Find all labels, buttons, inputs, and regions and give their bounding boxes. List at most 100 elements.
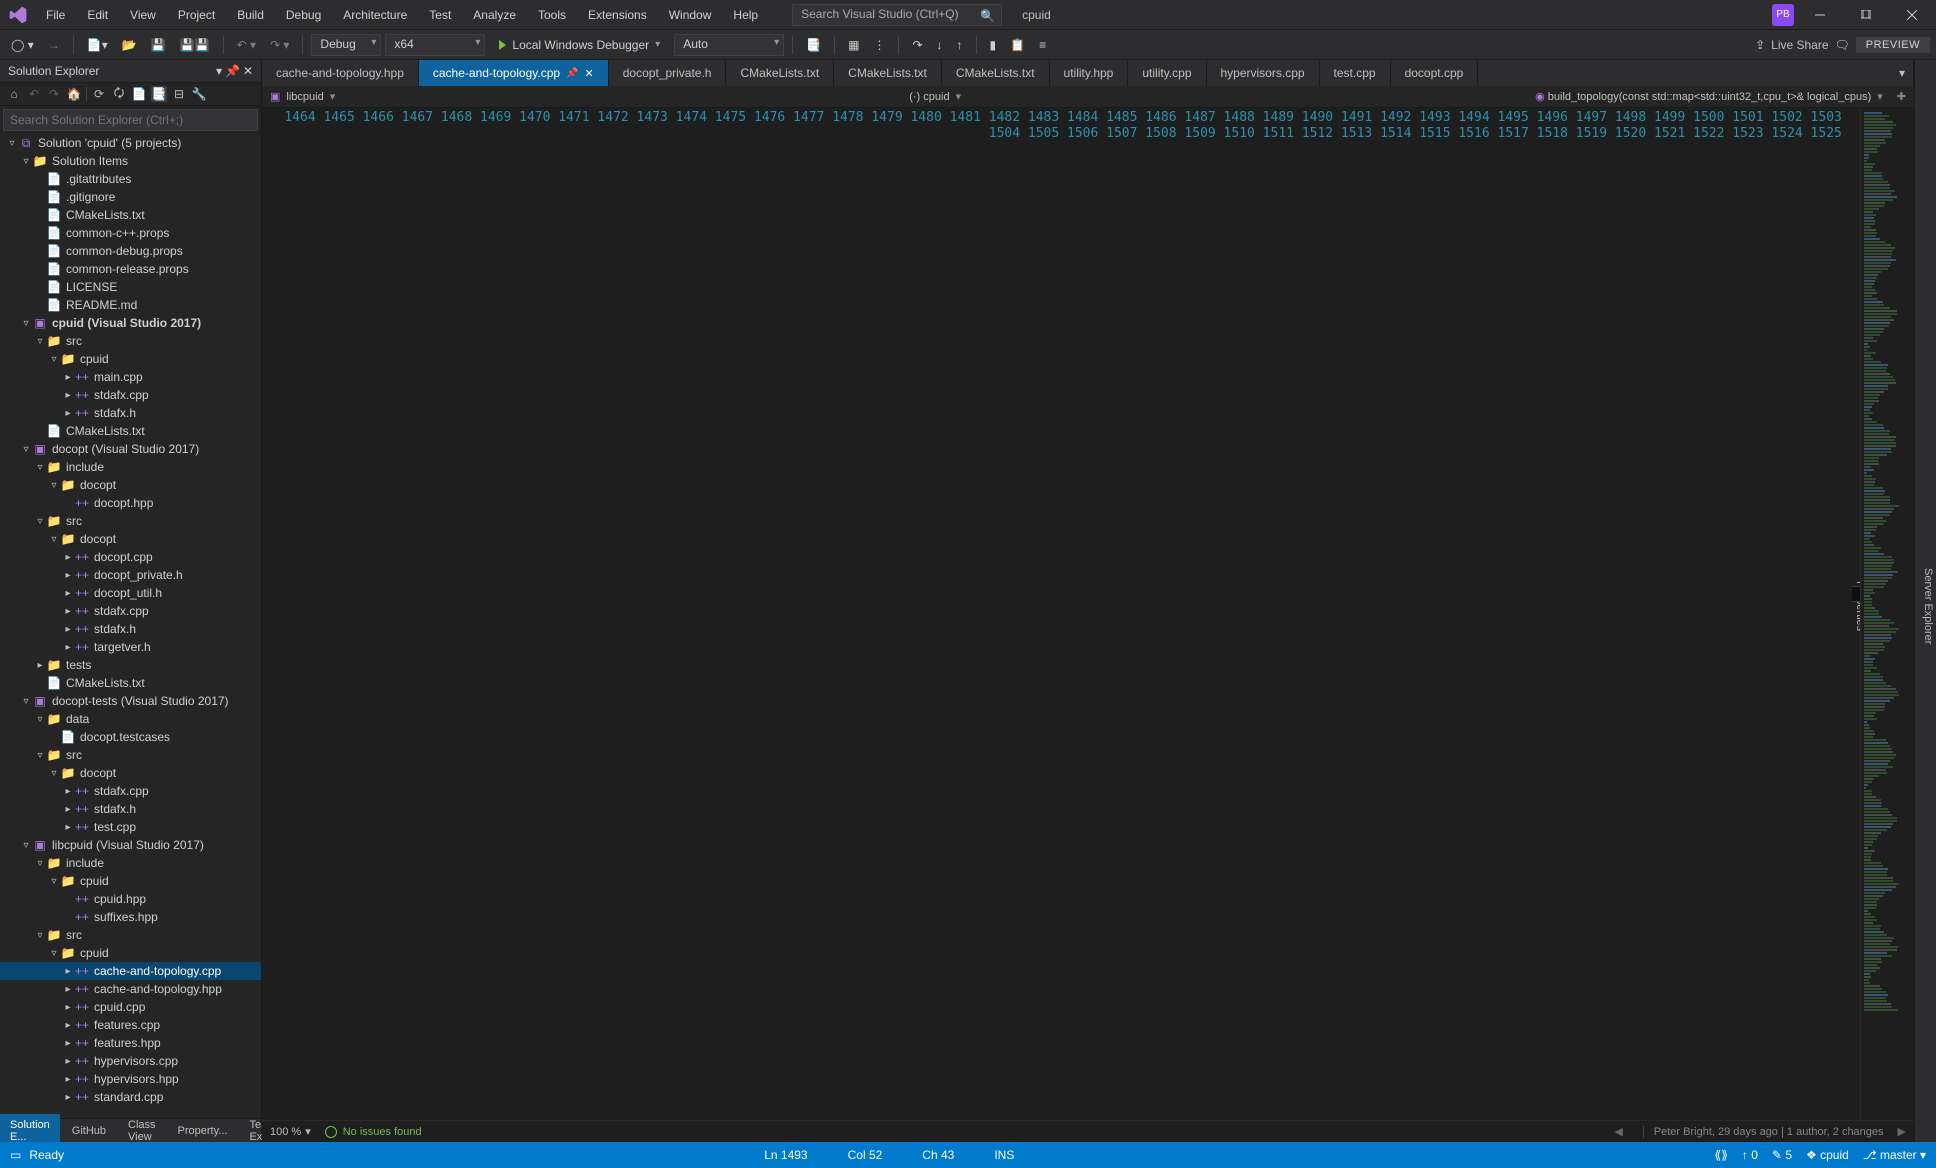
se-filter-icon[interactable]: 📄 — [131, 86, 147, 102]
editor-tab[interactable]: utility.cpp — [1128, 60, 1206, 86]
tree-node[interactable]: ▸++stdafx.h — [0, 800, 261, 818]
expand-arrow-icon[interactable]: ▿ — [48, 768, 60, 779]
expand-arrow-icon[interactable]: ▿ — [20, 156, 32, 167]
tree-node[interactable]: ▿📁cpuid — [0, 350, 261, 368]
menu-debug[interactable]: Debug — [276, 4, 331, 26]
code-editor[interactable]: 1464 1465 1466 1467 1468 1469 1470 1471 … — [262, 108, 1914, 1120]
tab-overflow-button[interactable]: ▾ — [1891, 60, 1914, 86]
new-project-button[interactable]: 📄▾ — [82, 35, 113, 55]
tree-node[interactable]: 📄CMakeLists.txt — [0, 674, 261, 692]
menu-test[interactable]: Test — [419, 4, 461, 26]
blame-nav-next[interactable]: ▶ — [1898, 1125, 1906, 1138]
expand-arrow-icon[interactable]: ▸ — [34, 660, 46, 671]
tree-node[interactable]: ▸++stdafx.cpp — [0, 782, 261, 800]
tree-node[interactable]: 📄.gitattributes — [0, 170, 261, 188]
split-editor-icon[interactable]: ✚ — [1897, 90, 1906, 103]
minimap[interactable] — [1860, 108, 1914, 1120]
auto-combo[interactable]: Auto — [674, 34, 784, 56]
expand-arrow-icon[interactable]: ▸ — [62, 984, 74, 995]
tb-icon-1[interactable]: 📑 — [801, 35, 826, 55]
expand-arrow-icon[interactable]: ▿ — [34, 930, 46, 941]
global-search[interactable]: Search Visual Studio (Ctrl+Q) 🔍 — [792, 4, 1002, 26]
expand-arrow-icon[interactable]: ▸ — [62, 822, 74, 833]
menu-build[interactable]: Build — [227, 4, 274, 26]
expand-arrow-icon[interactable]: ▿ — [34, 516, 46, 527]
menu-project[interactable]: Project — [168, 4, 225, 26]
tree-node[interactable]: ▸++stdafx.h — [0, 620, 261, 638]
tree-node[interactable]: ▿📁docopt — [0, 476, 261, 494]
expand-arrow-icon[interactable]: ▿ — [48, 948, 60, 959]
solution-tree[interactable]: ▿⧉Solution 'cpuid' (5 projects)▿📁Solutio… — [0, 134, 261, 1118]
minimize-button[interactable] — [1800, 1, 1840, 29]
nav-back-button[interactable]: ◯ ▾ — [6, 35, 39, 55]
close-button[interactable] — [1892, 1, 1932, 29]
pin-icon[interactable]: 📌 — [566, 68, 578, 79]
se-showall-icon[interactable]: 📑 — [151, 86, 167, 102]
step-out-icon[interactable]: ↑ — [952, 35, 968, 55]
se-fwd-icon[interactable]: ↷ — [46, 86, 62, 102]
tb-icon-8[interactable]: 📋 — [1005, 35, 1030, 55]
tree-node[interactable]: ▸++main.cpp — [0, 368, 261, 386]
editor-tab[interactable]: test.cpp — [1320, 60, 1391, 86]
expand-arrow-icon[interactable]: ▸ — [62, 372, 74, 383]
editor-tab[interactable]: cache-and-topology.hpp — [262, 60, 419, 86]
tree-node[interactable]: ▿📁cpuid — [0, 944, 261, 962]
expand-arrow-icon[interactable]: ▸ — [62, 1074, 74, 1085]
expand-arrow-icon[interactable]: ▿ — [48, 480, 60, 491]
editor-tab[interactable]: CMakeLists.txt — [942, 60, 1050, 86]
issues-indicator[interactable]: No issues found — [325, 1126, 422, 1138]
branch-name[interactable]: ⎇ master ▾ — [1863, 1148, 1926, 1162]
expand-arrow-icon[interactable]: ▿ — [48, 876, 60, 887]
tree-node[interactable]: ▿📁docopt — [0, 764, 261, 782]
expand-arrow-icon[interactable]: ▸ — [62, 966, 74, 977]
tree-node[interactable]: ▸++docopt_util.h — [0, 584, 261, 602]
tree-node[interactable]: ▿📁cpuid — [0, 872, 261, 890]
editor-tab[interactable]: CMakeLists.txt — [726, 60, 834, 86]
se-collapse-icon[interactable]: ⊟ — [171, 86, 187, 102]
sidebar-tab[interactable]: GitHub — [62, 1120, 116, 1142]
tree-node[interactable]: ▿📁src — [0, 926, 261, 944]
save-button[interactable]: 💾 — [146, 35, 171, 55]
editor-tab[interactable]: utility.hpp — [1050, 60, 1129, 86]
expand-arrow-icon[interactable]: ▿ — [20, 696, 32, 707]
panel-close-icon[interactable]: ✕ — [243, 64, 253, 78]
tree-node[interactable]: ▿📁include — [0, 458, 261, 476]
tree-node[interactable]: ▸++stdafx.cpp — [0, 602, 261, 620]
expand-arrow-icon[interactable]: ▸ — [62, 1002, 74, 1013]
push-down[interactable]: ✎ 5 — [1772, 1148, 1792, 1162]
tree-node[interactable]: 📄README.md — [0, 296, 261, 314]
maximize-button[interactable] — [1846, 1, 1886, 29]
se-refresh-icon[interactable]: 🗘 — [111, 86, 127, 102]
nav-fwd-button[interactable]: → — [43, 35, 65, 55]
tree-node[interactable]: 📄.gitignore — [0, 188, 261, 206]
editor-tab[interactable]: cache-and-topology.cpp📌✕ — [419, 60, 609, 86]
rail-tab[interactable]: Server Explorer — [1920, 562, 1936, 650]
tb-icon-9[interactable]: ≡ — [1034, 35, 1051, 55]
expand-arrow-icon[interactable]: ▿ — [34, 462, 46, 473]
se-search-input[interactable] — [3, 109, 258, 131]
tree-node[interactable]: ▿⧉Solution 'cpuid' (5 projects) — [0, 134, 261, 152]
platform-combo[interactable]: x64 — [385, 34, 485, 56]
tree-node[interactable]: 📄common-release.props — [0, 260, 261, 278]
status-output-icon[interactable]: ▭ — [10, 1148, 21, 1162]
tree-node[interactable]: ▿📁docopt — [0, 530, 261, 548]
tree-node[interactable]: 📄CMakeLists.txt — [0, 206, 261, 224]
tree-node[interactable]: ▸++test.cpp — [0, 818, 261, 836]
menu-analyze[interactable]: Analyze — [463, 4, 526, 26]
tree-node[interactable]: 📄docopt.testcases — [0, 728, 261, 746]
expand-arrow-icon[interactable]: ▿ — [34, 336, 46, 347]
menu-window[interactable]: Window — [659, 4, 722, 26]
tree-node[interactable]: ▿▣docopt (Visual Studio 2017) — [0, 440, 261, 458]
expand-arrow-icon[interactable]: ▸ — [62, 1038, 74, 1049]
se-house-icon[interactable]: 🏠 — [66, 86, 82, 102]
tree-node[interactable]: ▿▣cpuid (Visual Studio 2017) — [0, 314, 261, 332]
start-debug-button[interactable]: Local Windows Debugger ▾ — [489, 36, 670, 54]
tree-node[interactable]: ++suffixes.hpp — [0, 908, 261, 926]
sidebar-tab[interactable]: Solution E... — [0, 1114, 60, 1143]
se-properties-icon[interactable]: 🔧 — [191, 86, 207, 102]
expand-arrow-icon[interactable]: ▿ — [48, 354, 60, 365]
expand-arrow-icon[interactable]: ▸ — [62, 804, 74, 815]
undo-button[interactable]: ↶ ▾ — [232, 35, 261, 55]
tree-node[interactable]: 📄common-c++.props — [0, 224, 261, 242]
expand-arrow-icon[interactable]: ▸ — [62, 552, 74, 563]
